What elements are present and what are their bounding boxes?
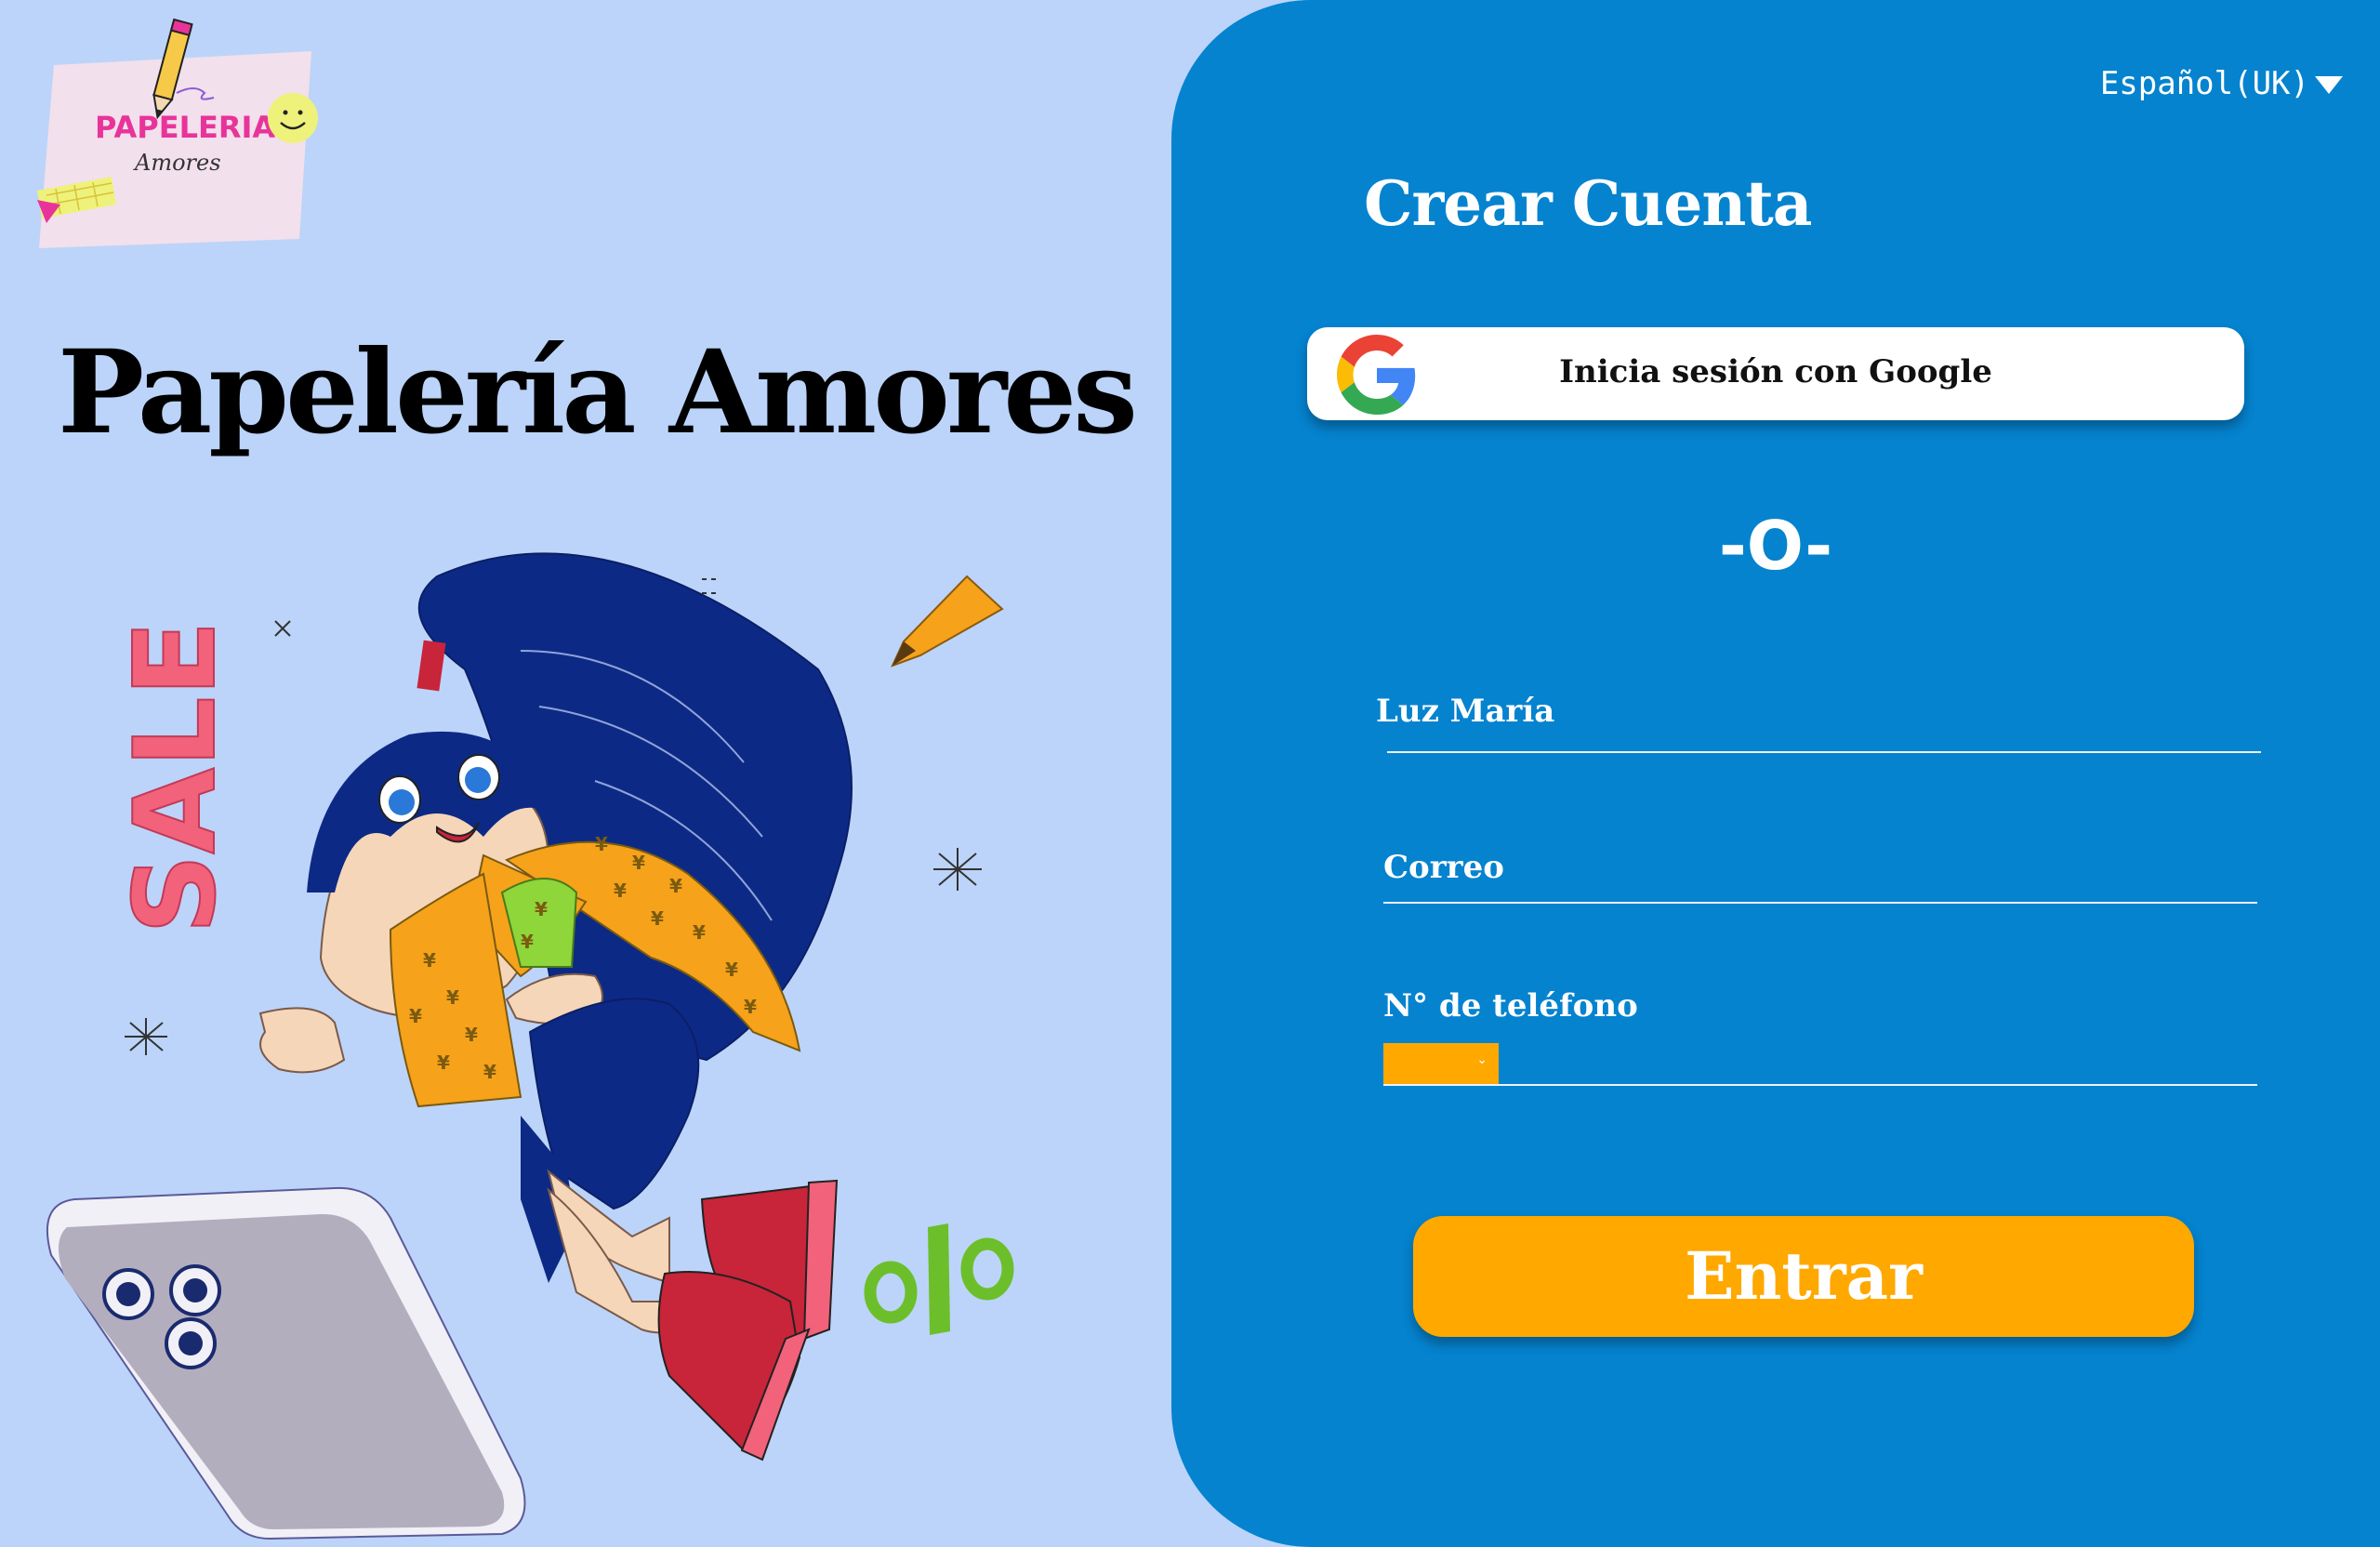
svg-text:¥: ¥ — [423, 949, 436, 972]
percent-sticker — [864, 1223, 1014, 1335]
svg-text:¥: ¥ — [535, 898, 548, 920]
svg-text:¥: ¥ — [521, 931, 534, 953]
caret-down-icon — [2315, 75, 2343, 94]
hero-illustration: SALE ¥¥¥¥ ¥¥¥¥ ¥¥¥¥ ¥¥¥¥ — [46, 552, 1014, 1540]
google-signin-button[interactable]: Inicia sesión con Google — [1307, 327, 2244, 420]
svg-text:¥: ¥ — [725, 959, 738, 981]
submit-button[interactable]: Entrar — [1413, 1216, 2194, 1337]
brand-section: PAPELERIA Amores Papelería Amores SALE ¥… — [0, 0, 1209, 1547]
svg-text:¥: ¥ — [669, 875, 682, 897]
pencil-tip-icon — [891, 575, 1004, 668]
brand-title: Papelería Amores — [58, 325, 1138, 460]
email-field-underline — [1383, 902, 2257, 904]
create-account-panel: Español(UK) Crear Cuenta Inicia sesión c… — [1171, 0, 2380, 1547]
smiley-icon — [268, 93, 318, 143]
svg-text:¥: ¥ — [614, 879, 627, 902]
logo-wordmark: PAPELERIA — [95, 110, 275, 145]
name-field-underline — [1387, 751, 2261, 753]
svg-text:¥: ¥ — [446, 986, 459, 1009]
svg-text:¥: ¥ — [632, 852, 645, 874]
chevron-down-icon: ⌄ — [1476, 1052, 1488, 1067]
svg-text:¥: ¥ — [409, 1005, 422, 1027]
email-input[interactable] — [1383, 855, 2261, 904]
sale-sticker-text: SALE — [112, 620, 241, 934]
google-signin-label: Inicia sesión con Google — [1559, 353, 1992, 390]
name-input[interactable] — [1387, 702, 2265, 750]
svg-text:¥: ¥ — [595, 833, 608, 855]
svg-text:¥: ¥ — [693, 921, 706, 944]
svg-text:¥: ¥ — [437, 1051, 450, 1074]
store-logo: PAPELERIA Amores — [37, 18, 318, 248]
svg-text:¥: ¥ — [651, 907, 664, 930]
language-selector[interactable]: Español(UK) — [2100, 65, 2343, 102]
country-code-select[interactable]: ⌄ — [1383, 1043, 1499, 1084]
logo-subtitle: Amores — [133, 150, 221, 176]
svg-text:¥: ¥ — [744, 996, 757, 1018]
language-label: Español(UK) — [2099, 65, 2309, 102]
svg-text:¥: ¥ — [465, 1024, 478, 1046]
smartphone-illustration — [46, 1186, 526, 1540]
phone-field-label: N° de teléfono — [1383, 987, 1638, 1025]
form-title: Crear Cuenta — [1364, 167, 1813, 240]
phone-input[interactable] — [1508, 1041, 2265, 1088]
or-separator: -O- — [1718, 507, 1833, 585]
phone-field-underline — [1383, 1084, 2257, 1086]
svg-text:¥: ¥ — [483, 1061, 496, 1083]
